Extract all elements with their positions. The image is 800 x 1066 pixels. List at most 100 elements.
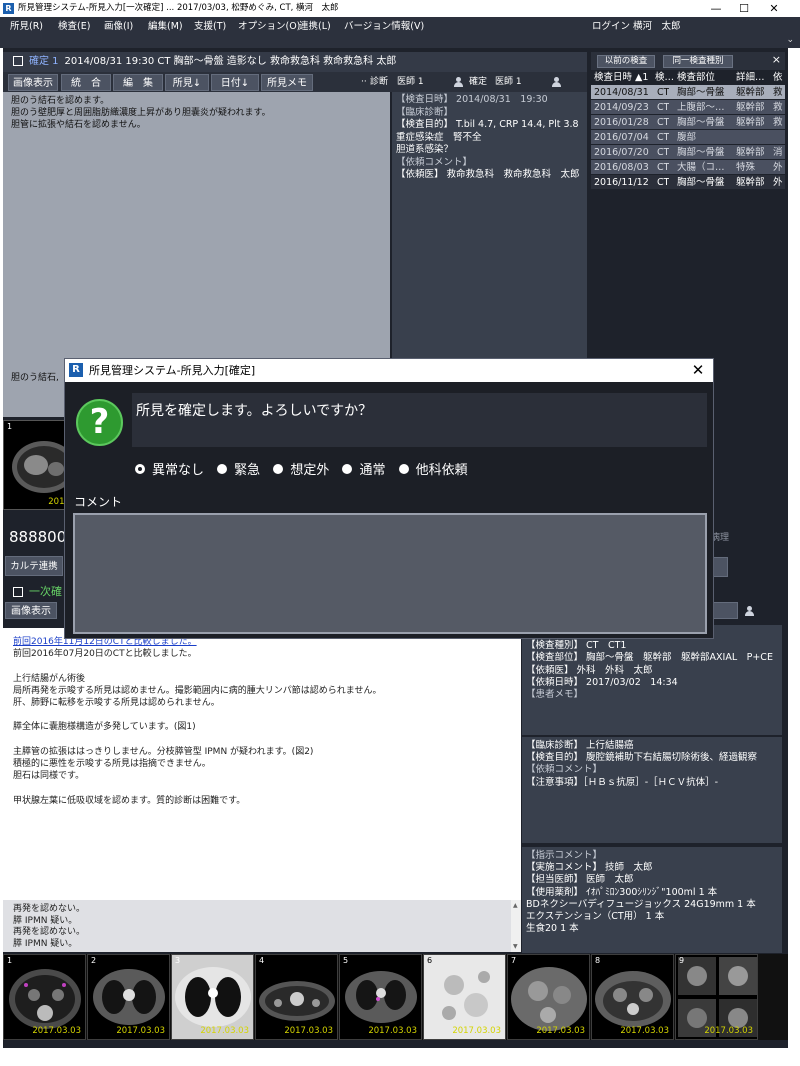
bottom-checkbox[interactable] bbox=[13, 587, 23, 597]
scroll-up-icon[interactable]: ▲ bbox=[513, 902, 518, 909]
record-checkbox[interactable] bbox=[13, 56, 23, 66]
summary-line: 膵 IPMN 疑い。 bbox=[13, 915, 78, 926]
dialog-close-button[interactable]: ✕ bbox=[689, 359, 707, 382]
info-line: BDネクシーバディフュージョックス 24G19mm 1 本 bbox=[526, 898, 756, 910]
history-row[interactable]: 2016/01/28 CT 胸部～骨盤 躯幹部 救 bbox=[591, 115, 785, 130]
menu-item-image[interactable]: 画像(I) bbox=[104, 17, 133, 36]
radio-dot-selected bbox=[135, 464, 145, 474]
person-icon[interactable] bbox=[744, 606, 756, 616]
col-header[interactable]: 依 bbox=[773, 70, 783, 85]
radio-regular[interactable]: 通常 bbox=[342, 459, 385, 478]
report-line: 局所再発を示唆する所見は認めません。撮影範囲内に病的腫大リンパ節は認められません… bbox=[13, 685, 382, 696]
close-icon[interactable]: × bbox=[772, 53, 781, 66]
thumb-date: 2017.03.03 bbox=[704, 1026, 753, 1036]
thumbnail[interactable]: 7 2017.03.03 bbox=[507, 954, 590, 1040]
thumb-date: 2017.03.03 bbox=[284, 1026, 333, 1036]
person-icon[interactable] bbox=[453, 77, 465, 87]
thumb-number: 2 bbox=[91, 956, 97, 965]
close-window-button[interactable]: ✕ bbox=[757, 0, 791, 17]
summary-area[interactable]: 再発を認めない。 膵 IPMN 疑い。 再発を認めない。 膵 IPMN 疑い。 bbox=[3, 900, 521, 952]
cell: 消 bbox=[773, 147, 783, 158]
dots-icon[interactable]: ·· bbox=[361, 72, 367, 92]
history-row[interactable]: 2014/09/23 CT 上腹部～… 躯幹部 救 bbox=[591, 100, 785, 115]
history-row[interactable]: 2016/11/12 CT 胸部～骨盤 躯幹部 外 bbox=[591, 175, 785, 190]
scroll-down-icon[interactable]: ▼ bbox=[513, 943, 518, 950]
previous-exam-button[interactable]: 以前の検査 bbox=[597, 55, 655, 68]
report-line bbox=[13, 709, 511, 721]
diag-label: 診断 bbox=[370, 77, 389, 87]
cell: 2014/09/23 bbox=[594, 102, 649, 113]
edit-button[interactable]: 編 集 bbox=[113, 74, 163, 91]
thumb-number: 3 bbox=[175, 956, 181, 965]
col-header[interactable]: 検査部位 bbox=[677, 70, 715, 85]
record-status: 確定 1 bbox=[29, 56, 59, 67]
cell: CT bbox=[657, 102, 670, 113]
thumbnail[interactable]: 9 2017.03.03 bbox=[675, 954, 758, 1040]
radio-urgent[interactable]: 緊急 bbox=[217, 459, 260, 478]
record-header-text: 2014/08/31 19:30 CT 胸部～骨盤 造影なし 救命救急科 救命救… bbox=[64, 56, 397, 67]
cell: 2016/01/28 bbox=[594, 117, 649, 128]
report-line: 肝、肺野に転移を示唆する所見は認められません。 bbox=[13, 698, 220, 708]
history-row[interactable]: 2016/08/03 CT 大腸（コ… 特殊 外 bbox=[591, 160, 785, 175]
doctor-label-2: 医師 1 bbox=[495, 77, 522, 87]
history-row[interactable]: 2016/07/04 CT 腹部 bbox=[591, 130, 785, 145]
menu-item-finding[interactable]: 所見(R) bbox=[10, 17, 43, 36]
thumbnail[interactable]: 2 2017.03.03 bbox=[87, 954, 170, 1040]
cell: 躯幹部 bbox=[736, 87, 765, 98]
report-tail: 胆のう結石, bbox=[11, 373, 59, 383]
summary-scrollbar[interactable]: ▲ ▼ bbox=[511, 900, 521, 952]
radio-dot bbox=[342, 464, 353, 474]
merge-button[interactable]: 統 合 bbox=[61, 74, 111, 91]
cell: 胸部～骨盤 bbox=[677, 177, 725, 188]
col-header[interactable]: 検査日時 ▲1 bbox=[594, 70, 648, 85]
thumbnail[interactable]: 3 2017.03.03 bbox=[171, 954, 254, 1040]
info-line: 【検査日時】 2014/08/31 19:30 bbox=[396, 94, 548, 105]
info-line: 【実施コメント】 技師 太郎 bbox=[526, 862, 653, 874]
comment-input[interactable] bbox=[73, 513, 707, 634]
maximize-button[interactable]: ☐ bbox=[727, 0, 761, 17]
info-line: 【依頼医】 救命救急科 救命救急科 太郎 bbox=[396, 169, 580, 180]
menu-item-edit[interactable]: 編集(M) bbox=[148, 17, 183, 36]
thumbnail[interactable]: 4 2017.03.03 bbox=[255, 954, 338, 1040]
date-sort-button[interactable]: 日付↓ bbox=[211, 74, 259, 91]
history-header-row: 検査日時 ▲1 検… 検査部位 詳細… 依 bbox=[591, 70, 785, 85]
report-line bbox=[13, 782, 511, 794]
menu-item-support[interactable]: 支援(T) bbox=[194, 17, 226, 36]
col-header[interactable]: 検… bbox=[655, 70, 674, 85]
cell: 特殊 bbox=[736, 162, 756, 173]
report-line: 上行結腸がん術後 bbox=[13, 673, 86, 684]
cell: 2014/08/31 bbox=[594, 87, 649, 98]
radio-normal[interactable]: 異常なし bbox=[135, 459, 204, 478]
menu-item-exam[interactable]: 検査(E) bbox=[58, 17, 90, 36]
karte-link-button[interactable]: カルテ連携 bbox=[5, 556, 63, 576]
history-row[interactable]: 2016/07/20 CT 胸部～骨盤 躯幹部 消 bbox=[591, 145, 785, 160]
thumbnail[interactable]: 6 2017.03.03 bbox=[423, 954, 506, 1040]
finding-memo-button[interactable]: 所見メモ bbox=[261, 74, 313, 91]
radio-other-dept[interactable]: 他科依頼 bbox=[398, 459, 468, 478]
info-line: 【検査部位】 胸部～骨盤 躯幹部 躯幹部AXIAL P+CE bbox=[526, 652, 773, 664]
cell: 上腹部～… bbox=[677, 102, 725, 113]
image-display-button[interactable]: 画像表示 bbox=[8, 74, 58, 91]
person-icon[interactable] bbox=[551, 77, 563, 87]
finding-sort-button[interactable]: 所見↓ bbox=[165, 74, 209, 91]
menu-item-link[interactable]: 連携(L) bbox=[299, 17, 331, 36]
side-button[interactable] bbox=[712, 602, 738, 619]
col-header[interactable]: 詳細… bbox=[736, 70, 765, 85]
thumbnail[interactable]: 1 2017.03.03 bbox=[3, 954, 86, 1040]
cell: 大腸（コ… bbox=[677, 162, 725, 173]
image-display-button[interactable]: 画像表示 bbox=[5, 602, 57, 619]
history-row[interactable]: 2014/08/31 CT 胸部～骨盤 躯幹部 救 bbox=[591, 85, 785, 100]
same-type-button[interactable]: 同一検査種別 bbox=[663, 55, 733, 68]
info-line: 【検査目的】 T.bil 4.7, CRP 14.4, Plt 3.8 bbox=[396, 119, 579, 130]
exam-detail-panel: 【検査日時】 2017/03/03 14:34 【検査種別】 CT CT1 【検… bbox=[522, 625, 782, 735]
menu-item-options[interactable]: オプション(O) bbox=[238, 17, 300, 36]
radio-unexpected[interactable]: 想定外 bbox=[273, 459, 329, 478]
report-line: 膵全体に嚢胞様構造が多発しています。(図1) bbox=[13, 722, 196, 733]
thumb-date: 2017.03.03 bbox=[536, 1026, 585, 1036]
cell: 躯幹部 bbox=[736, 117, 765, 128]
menu-item-version[interactable]: バージョン情報(V) bbox=[344, 17, 424, 36]
chevron-down-icon[interactable]: ⌄ bbox=[786, 35, 794, 45]
current-report[interactable]: 前回2016年11月12日のCTと比較しました。 前回2016年07月20日のC… bbox=[3, 628, 521, 900]
thumbnail[interactable]: 8 2017.03.03 bbox=[591, 954, 674, 1040]
thumbnail[interactable]: 5 2017.03.03 bbox=[339, 954, 422, 1040]
